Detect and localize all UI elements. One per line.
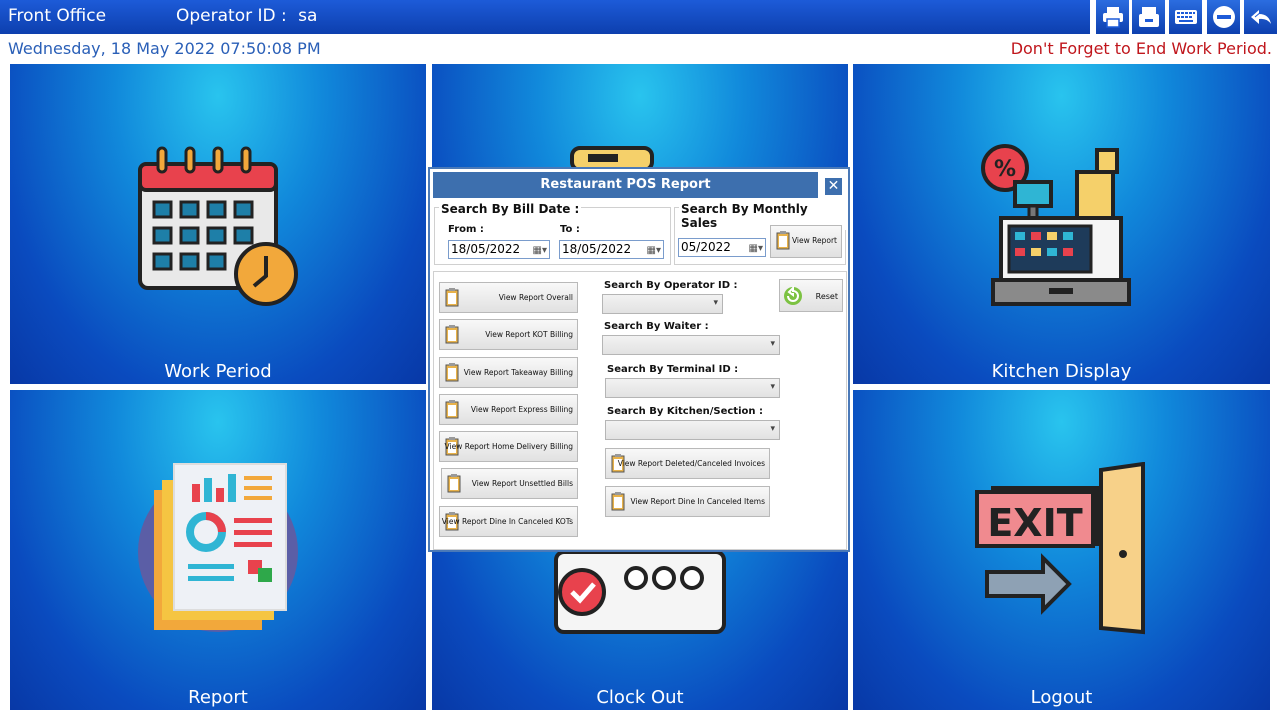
view-monthly-report-button[interactable]: View Report [770, 225, 842, 258]
to-date-value: 18/05/2022 [562, 242, 632, 256]
clipboard-icon [445, 400, 459, 419]
cash-register-icon: % [981, 144, 1131, 306]
tile-report[interactable]: Report [10, 390, 426, 710]
top-bar: Front Office Operator ID : sa [0, 0, 1090, 34]
operator-label: Operator ID : [176, 6, 287, 26]
exit-door-icon: EXIT [975, 462, 1145, 635]
from-label: From : [448, 224, 484, 235]
view-report-home-delivery-billing-button[interactable]: View Report Home Delivery Billing [439, 431, 578, 462]
kitchen-filter-label: Search By Kitchen/Section : [607, 406, 763, 417]
restaurant-pos-report-dialog: Restaurant POS Report ✕ Search By Bill D… [428, 167, 850, 552]
button-label: View Report Unsettled Bills [471, 479, 573, 488]
dialog-title: Restaurant POS Report [433, 172, 818, 198]
close-button[interactable]: ✕ [823, 176, 844, 197]
button-label: View Report KOT Billing [485, 330, 573, 339]
waiter-filter-label: Search By Waiter : [604, 321, 709, 332]
button-label: View Report Overall [498, 293, 573, 302]
terminal-filter-label: Search By Terminal ID : [607, 364, 739, 375]
tile-label: Report [188, 687, 248, 708]
operator-filter-select[interactable]: ▾ [602, 294, 723, 314]
button-label: View Report Dine In Canceled Items [630, 497, 765, 506]
clipboard-icon [445, 363, 459, 382]
printer-icon [1102, 7, 1123, 28]
minimize-icon [1212, 6, 1235, 28]
cash-drawer-icon [1138, 7, 1159, 27]
to-date-picker[interactable]: 18/05/2022 ▦▾ [559, 240, 664, 259]
view-report-dine-in-canceled-kots-button[interactable]: View Report Dine In Canceled KOTs [439, 506, 578, 537]
button-label: View Report Takeaway Billing [463, 368, 573, 377]
operator-id: Operator ID : sa [176, 6, 317, 26]
reset-button[interactable]: Reset [779, 279, 843, 312]
month-picker[interactable]: 05/2022 ▦▾ [678, 238, 766, 257]
refresh-icon [784, 286, 802, 305]
back-icon [1250, 10, 1271, 24]
button-label: View Report Express Billing [470, 405, 573, 414]
app-title: Front Office [8, 6, 107, 26]
calendar-dropdown-icon: ▦▾ [646, 245, 661, 256]
clipboard-icon [447, 474, 461, 493]
view-report-kot-billing-button[interactable]: View Report KOT Billing [439, 319, 578, 350]
end-work-period-reminder: Don't Forget to End Work Period. [1010, 39, 1272, 58]
month-value: 05/2022 [681, 240, 731, 254]
clipboard-icon [776, 231, 790, 250]
tile-work-period[interactable]: Work Period [10, 64, 426, 384]
keyboard-icon [1174, 10, 1197, 24]
button-label: View Report Home Delivery Billing [444, 442, 573, 451]
calendar-dropdown-icon: ▦▾ [748, 243, 763, 254]
cash-drawer-button[interactable] [1131, 0, 1165, 34]
from-date-value: 18/05/2022 [451, 242, 521, 256]
view-deleted-canceled-invoices-button[interactable]: View Report Deleted/Canceled Invoices [605, 448, 770, 479]
operator-value: sa [298, 6, 318, 26]
button-label: View Report Deleted/Canceled Invoices [617, 459, 765, 468]
tile-label: Logout [1030, 687, 1093, 708]
calendar-dropdown-icon: ▦▾ [532, 245, 547, 256]
keyboard-button[interactable] [1168, 0, 1202, 34]
current-datetime: Wednesday, 18 May 2022 07:50:08 PM [8, 39, 321, 58]
calendar-clock-icon [138, 146, 298, 306]
clock-out-icon [554, 552, 726, 634]
minimize-button[interactable] [1206, 0, 1240, 34]
tile-label: Work Period [164, 361, 272, 382]
clipboard-icon [445, 325, 459, 344]
chevron-down-icon: ▾ [770, 424, 775, 434]
view-dine-in-canceled-items-button[interactable]: View Report Dine In Canceled Items [605, 486, 770, 517]
bill-date-group-label: Search By Bill Date : [439, 202, 582, 216]
clipboard-icon [445, 288, 459, 307]
view-report-overall-button[interactable]: View Report Overall [439, 282, 578, 313]
tile-kitchen-display[interactable]: % Kitchen Display [853, 64, 1270, 384]
tile-logout[interactable]: EXIT Logout [853, 390, 1270, 710]
back-button[interactable] [1243, 0, 1277, 34]
terminal-filter-select[interactable]: ▾ [605, 378, 780, 398]
svg-text:%: % [994, 157, 1016, 182]
button-label: View Report Dine In Canceled KOTs [441, 517, 573, 526]
svg-text:EXIT: EXIT [987, 501, 1082, 545]
receipt-icon [570, 146, 654, 168]
operator-filter-label: Search By Operator ID : [604, 280, 738, 291]
view-report-takeaway-billing-button[interactable]: View Report Takeaway Billing [439, 357, 578, 388]
info-bar: Wednesday, 18 May 2022 07:50:08 PM Don't… [0, 36, 1280, 62]
to-label: To : [560, 224, 580, 235]
tile-label: Kitchen Display [991, 361, 1132, 382]
reset-label: Reset [815, 292, 838, 301]
view-report-express-billing-button[interactable]: View Report Express Billing [439, 394, 578, 425]
chevron-down-icon: ▾ [770, 382, 775, 392]
view-report-label: View Report [791, 236, 837, 245]
printer-button[interactable] [1095, 0, 1129, 34]
tile-label: Clock Out [596, 687, 684, 708]
report-icon [138, 463, 298, 632]
chevron-down-icon: ▾ [770, 339, 775, 349]
waiter-filter-select[interactable]: ▾ [602, 335, 780, 355]
chevron-down-icon: ▾ [713, 298, 718, 308]
from-date-picker[interactable]: 18/05/2022 ▦▾ [448, 240, 550, 259]
view-report-unsettled-bills-button[interactable]: View Report Unsettled Bills [441, 468, 578, 499]
kitchen-filter-select[interactable]: ▾ [605, 420, 780, 440]
clipboard-icon [611, 492, 625, 511]
